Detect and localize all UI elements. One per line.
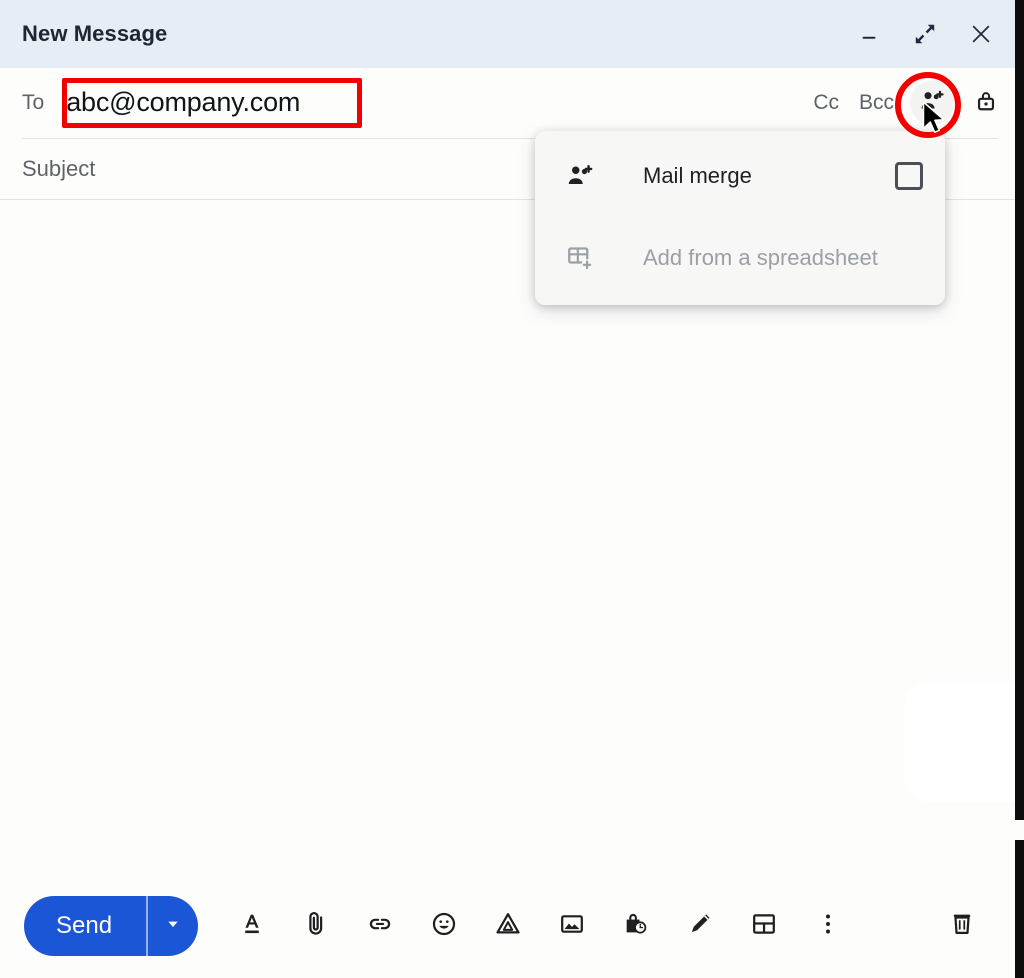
layout-button[interactable] bbox=[740, 902, 788, 950]
close-icon bbox=[968, 21, 994, 47]
to-input-wrap[interactable]: abc@company.com bbox=[56, 81, 310, 126]
spreadsheet-add-icon bbox=[563, 243, 597, 273]
mail-merge-dropdown: Mail merge Add from a spreadsheet bbox=[535, 131, 945, 305]
mail-merge-checkbox[interactable] bbox=[895, 162, 923, 190]
formatting-options-icon bbox=[238, 910, 266, 943]
attach-file-icon bbox=[302, 910, 330, 943]
more-options-button[interactable] bbox=[804, 902, 852, 950]
recipient-row: To abc@company.com Cc Bcc bbox=[0, 68, 1024, 138]
partial-popup-corner bbox=[904, 682, 1024, 802]
menu-item-mail-merge[interactable]: Mail merge bbox=[535, 145, 945, 207]
layout-icon bbox=[750, 910, 778, 943]
window-scrollbar-lower[interactable] bbox=[1015, 840, 1024, 978]
insert-signature-button[interactable] bbox=[676, 902, 724, 950]
to-label: To bbox=[22, 91, 45, 114]
person-add-icon bbox=[563, 161, 597, 191]
compose-titlebar: New Message bbox=[0, 0, 1024, 68]
subject-input[interactable]: Subject bbox=[22, 156, 95, 182]
minimize-icon bbox=[858, 23, 880, 45]
compose-window: New Message To abc@company.com Cc Bcc Su… bbox=[0, 0, 1024, 978]
insert-photo-button[interactable] bbox=[548, 902, 596, 950]
minimize-button[interactable] bbox=[852, 17, 886, 51]
confidential-lock-button[interactable] bbox=[966, 83, 1006, 123]
send-button-group[interactable]: Send bbox=[24, 896, 199, 956]
expand-icon bbox=[912, 21, 938, 47]
menu-item-label: Mail merge bbox=[643, 163, 752, 188]
page-title: New Message bbox=[22, 21, 168, 46]
more-options-icon bbox=[814, 910, 842, 943]
menu-item-label: Add from a spreadsheet bbox=[643, 245, 878, 270]
recipient-actions: Cc Bcc bbox=[807, 81, 1006, 125]
discard-draft-button[interactable] bbox=[938, 902, 986, 950]
expand-button[interactable] bbox=[908, 17, 942, 51]
mail-merge-button[interactable] bbox=[910, 81, 954, 125]
trash-icon bbox=[948, 910, 976, 943]
menu-item-add-from-spreadsheet[interactable]: Add from a spreadsheet bbox=[535, 227, 945, 289]
send-divider bbox=[146, 896, 149, 956]
cc-button[interactable]: Cc bbox=[807, 87, 845, 119]
confidential-mode-button[interactable] bbox=[612, 902, 660, 950]
close-button[interactable] bbox=[964, 17, 998, 51]
insert-drive-icon bbox=[494, 910, 522, 943]
menu-spacer bbox=[535, 207, 945, 227]
formatting-options-button[interactable] bbox=[228, 902, 276, 950]
send-button[interactable]: Send bbox=[24, 896, 146, 956]
compose-toolbar: Send bbox=[0, 874, 1024, 978]
insert-photo-icon bbox=[558, 910, 586, 943]
lock-icon bbox=[973, 88, 999, 119]
to-input[interactable]: abc@company.com bbox=[56, 81, 310, 126]
attach-file-button[interactable] bbox=[292, 902, 340, 950]
bcc-button[interactable]: Bcc bbox=[853, 87, 900, 119]
chevron-down-icon bbox=[165, 916, 181, 937]
confidential-mode-icon bbox=[622, 910, 650, 943]
send-options-button[interactable] bbox=[148, 896, 198, 956]
insert-link-icon bbox=[366, 910, 394, 943]
insert-drive-button[interactable] bbox=[484, 902, 532, 950]
insert-emoji-button[interactable] bbox=[420, 902, 468, 950]
window-scrollbar-upper[interactable] bbox=[1015, 0, 1024, 820]
insert-signature-icon bbox=[686, 910, 714, 943]
person-add-icon bbox=[918, 87, 946, 120]
toolbar-icons bbox=[228, 902, 852, 950]
insert-link-button[interactable] bbox=[356, 902, 404, 950]
insert-emoji-icon bbox=[430, 910, 458, 943]
window-controls bbox=[852, 17, 1006, 51]
